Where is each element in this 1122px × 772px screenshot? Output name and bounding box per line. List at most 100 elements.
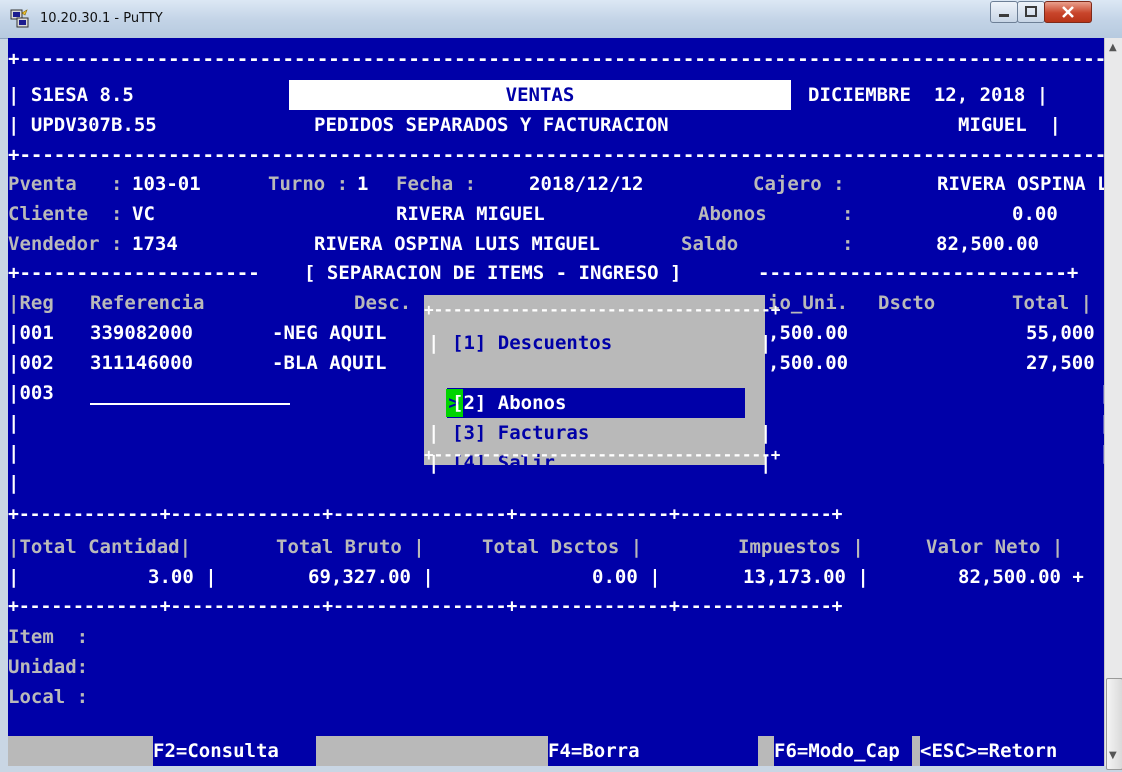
f4-borra-key[interactable]: F4=Borra bbox=[548, 736, 758, 766]
section-rule-left: +--------------------- bbox=[8, 262, 260, 284]
header-user: MIGUEL | bbox=[958, 114, 1061, 136]
row-referencia: 311146000 bbox=[90, 352, 193, 374]
item-label: Item : bbox=[8, 626, 89, 648]
vertical-scrollbar[interactable]: ▲ ▼ bbox=[1104, 38, 1122, 770]
unidad-field[interactable]: Unidad: bbox=[8, 652, 88, 682]
totals-rule-bottom-text: +-------------+--------------+----------… bbox=[8, 596, 843, 617]
total-bruto-label: Total Bruto | bbox=[276, 536, 425, 558]
program-id: | UPDV307B.55 bbox=[8, 114, 157, 136]
section-title: [ SEPARACION DE ITEMS - INGRESO ] bbox=[304, 262, 682, 284]
local-field[interactable]: Local : bbox=[8, 682, 88, 712]
col-total: Total | bbox=[1012, 292, 1093, 314]
header-line-1: | S1ESA 8.5 VENTAS DICIEMBRE 12, 2018 | bbox=[8, 80, 1048, 110]
putty-app-icon[interactable] bbox=[10, 9, 30, 29]
row-total: 27,500 | bbox=[1026, 352, 1095, 374]
totals-rule-top: +-------------+--------------+----------… bbox=[8, 500, 842, 530]
popup-item-label: [2] Abonos bbox=[452, 392, 567, 414]
valor-neto-label: Valor Neto | bbox=[926, 536, 1064, 558]
popup-border-top-text: +-----------------------------------+ bbox=[424, 300, 781, 319]
minimize-icon bbox=[999, 14, 1009, 17]
pventa-label: Pventa : bbox=[8, 173, 134, 195]
totals-labels: |Total Cantidad| Total Bruto | Total Dsc… bbox=[8, 532, 1063, 562]
title-bar[interactable]: 10.20.30.1 - PuTTY bbox=[0, 0, 1122, 39]
header-line-2: | UPDV307B.55 PEDIDOS SEPARADOS Y FACTUR… bbox=[8, 110, 1061, 140]
vendedor-name: RIVERA OSPINA LUIS MIGUEL bbox=[314, 233, 600, 255]
putty-window: 10.20.30.1 - PuTTY +--------------------… bbox=[0, 0, 1122, 772]
section-separator: +--------------------- [ SEPARACION DE I… bbox=[8, 258, 1078, 288]
f2-label: F2=Consulta bbox=[153, 740, 279, 762]
f2-consulta-key[interactable]: F2=Consulta bbox=[153, 736, 301, 766]
valor-neto-value: 82,500.00 + bbox=[958, 566, 1084, 588]
popup-border-bottom-text: +-----------------------------------+ bbox=[424, 445, 781, 464]
popup-item-border: | bbox=[428, 332, 440, 354]
total-cantidad-value: 3.00 | bbox=[148, 566, 217, 588]
cajero-value: RIVERA OSPINA LU bbox=[937, 173, 1104, 195]
total-bruto-value: 69,327.00 | bbox=[308, 566, 434, 588]
totals-left-border: | bbox=[8, 566, 20, 588]
total-dsctos-value: 0.00 | bbox=[592, 566, 661, 588]
fecha-label: Fecha : bbox=[396, 173, 488, 195]
saldo-sep: : bbox=[842, 233, 854, 255]
info-line-1: Pventa : 103-01 Turno : 1 Fecha : 2018/1… bbox=[8, 169, 1104, 199]
abonos-label: Abonos bbox=[698, 203, 767, 225]
referencia-input[interactable] bbox=[90, 403, 290, 405]
col-dscto: Dscto bbox=[878, 292, 936, 314]
fkey-slot-empty bbox=[912, 736, 920, 766]
popup-item-abonos[interactable]: > [2] Abonos bbox=[8, 358, 566, 414]
module-title: VENTAS bbox=[289, 80, 791, 110]
window-title: 10.20.30.1 - PuTTY bbox=[40, 11, 163, 26]
maximize-button[interactable] bbox=[1017, 1, 1045, 23]
info-line-2: Cliente : VC RIVERA MIGUEL Abonos : 0.00 bbox=[8, 199, 1058, 229]
section-rule-right: ---------------------------+ bbox=[758, 262, 1079, 284]
close-button[interactable] bbox=[1044, 1, 1092, 23]
cliente-value: VC bbox=[132, 203, 155, 225]
fkey-slot-empty bbox=[758, 736, 774, 766]
terminal-screen[interactable]: +--------------------- ------------------… bbox=[8, 38, 1104, 766]
popup-item-label: [1] Descuentos bbox=[452, 332, 613, 354]
header-border-top: +---------------------------------------… bbox=[8, 44, 1104, 74]
cajero-label: Cajero : bbox=[753, 173, 856, 195]
fecha-value: 2018/12/12 bbox=[529, 173, 644, 195]
system-version: | S1ESA 8.5 bbox=[8, 84, 134, 106]
f4-label: F4=Borra bbox=[548, 740, 640, 762]
header-border-top-text: +---------------------------------------… bbox=[8, 48, 1104, 70]
totals-values: | 3.00 | 69,327.00 | 0.00 | 13,173.00 | … bbox=[8, 562, 1084, 592]
pventa-value: 103-01 bbox=[132, 173, 201, 195]
total-cantidad-label: |Total Cantidad| bbox=[8, 536, 192, 558]
vendedor-value: 1734 bbox=[132, 233, 178, 255]
item-field[interactable]: Item : bbox=[8, 622, 88, 652]
popup-item-descuentos[interactable]: | [1] Descuentos | bbox=[8, 328, 771, 358]
col-referencia: Referencia bbox=[90, 292, 205, 314]
saldo-label: Saldo bbox=[681, 233, 739, 255]
minimize-button[interactable] bbox=[990, 1, 1018, 23]
header-border-bottom-text: +---------------------------------------… bbox=[8, 144, 1104, 166]
local-label: Local : bbox=[8, 686, 89, 708]
totals-rule-bottom: +-------------+--------------+----------… bbox=[8, 592, 842, 622]
scroll-down-icon[interactable]: ▼ bbox=[1109, 750, 1117, 761]
saldo-value: 82,500.00 bbox=[936, 233, 1039, 255]
row-precio: ,500.00 bbox=[768, 352, 849, 374]
row-desc: -BLA AQUIL bbox=[272, 352, 387, 374]
scroll-up-icon[interactable]: ▲ bbox=[1109, 42, 1117, 53]
turno-label: Turno : bbox=[268, 173, 360, 195]
f6-label: F6=Modo_Cap bbox=[774, 740, 900, 762]
esc-retorno-key[interactable]: <ESC>=Retorn bbox=[920, 736, 1096, 766]
impuestos-value: 13,173.00 | bbox=[743, 566, 869, 588]
row-referencia: 339082000 bbox=[90, 322, 193, 344]
screen-title: PEDIDOS SEPARADOS Y FACTURACION bbox=[314, 114, 669, 136]
row-desc: -NEG AQUIL bbox=[272, 322, 387, 344]
col-desc: Desc. bbox=[354, 292, 412, 314]
popup-border-top: +-----------------------------------+ bbox=[8, 295, 780, 325]
cliente-label: Cliente : bbox=[8, 203, 134, 225]
popup-border-bottom: +-----------------------------------+ bbox=[8, 440, 780, 470]
f6-modo-cap-key[interactable]: F6=Modo_Cap bbox=[774, 736, 912, 766]
row-total: 55,000 | bbox=[1026, 322, 1095, 344]
abonos-sep: : bbox=[842, 203, 854, 225]
header-date: DICIEMBRE 12, 2018 | bbox=[808, 84, 1049, 106]
abonos-value: 0.00 bbox=[1012, 203, 1058, 225]
total-dsctos-label: Total Dsctos | bbox=[482, 536, 643, 558]
fkey-slot-empty bbox=[8, 736, 153, 766]
turno-value: 1 bbox=[357, 173, 369, 195]
impuestos-label: Impuestos | bbox=[738, 536, 864, 558]
fkey-slot-empty bbox=[316, 736, 548, 766]
